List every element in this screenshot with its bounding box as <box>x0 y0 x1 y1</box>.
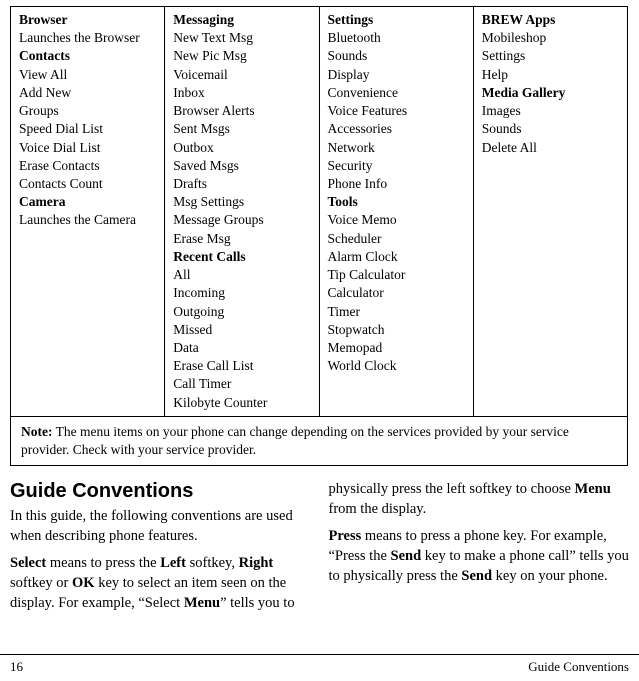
list-item: New Pic Msg <box>173 47 310 65</box>
browser-header: Browser <box>19 11 156 29</box>
list-item: Erase Call List <box>173 357 310 375</box>
list-item: Sounds <box>482 120 619 138</box>
list-item: Missed <box>173 321 310 339</box>
note-text: The menu items on your phone can change … <box>21 424 569 457</box>
contacts-header: Contacts <box>19 47 156 65</box>
list-item: Message Groups <box>173 211 310 229</box>
bold-right: Right <box>239 555 274 571</box>
bold-menu-2: Menu <box>575 481 611 497</box>
footer-section: Guide Conventions <box>528 659 629 675</box>
list-item: Contacts Count <box>19 175 156 193</box>
list-item: World Clock <box>328 357 465 375</box>
list-item: Launches the Camera <box>19 211 156 229</box>
list-item: Speed Dial List <box>19 120 156 138</box>
list-item: Drafts <box>173 175 310 193</box>
messaging-header: Messaging <box>173 11 310 29</box>
body-col-left: Guide Conventions In this guide, the fol… <box>10 480 311 621</box>
list-item: Stopwatch <box>328 321 465 339</box>
list-item: Images <box>482 102 619 120</box>
bold-ok: OK <box>72 575 95 591</box>
list-item: Scheduler <box>328 230 465 248</box>
list-item: Mobileshop <box>482 29 619 47</box>
list-item: New Text Msg <box>173 29 310 47</box>
recent-calls-header: Recent Calls <box>173 248 310 266</box>
bold-menu: Menu <box>184 595 220 611</box>
bold-send-2: Send <box>461 568 492 584</box>
list-item: Msg Settings <box>173 193 310 211</box>
list-item: Display <box>328 66 465 84</box>
list-item: Security <box>328 157 465 175</box>
guide-intro-paragraph: In this guide, the following conventions… <box>10 507 311 546</box>
list-item: Incoming <box>173 284 310 302</box>
note-cell: Note: The menu items on your phone can c… <box>11 416 628 465</box>
brew-apps-header: BREW Apps <box>482 11 619 29</box>
list-item: Settings <box>482 47 619 65</box>
list-item: View All <box>19 66 156 84</box>
media-gallery-header: Media Gallery <box>482 84 619 102</box>
list-item: Data <box>173 339 310 357</box>
guide-select-paragraph: Select means to press the Left softkey, … <box>10 554 311 613</box>
list-item: Voice Features <box>328 102 465 120</box>
list-item: Network <box>328 139 465 157</box>
list-item: Phone Info <box>328 175 465 193</box>
list-item: All <box>173 266 310 284</box>
list-item: Outgoing <box>173 303 310 321</box>
list-item: Groups <box>19 102 156 120</box>
body-col-right: physically press the left softkey to cho… <box>329 480 630 621</box>
menu-table: Browser Launches the Browser Contacts Vi… <box>10 6 628 466</box>
bold-left: Left <box>160 555 186 571</box>
list-item: Sent Msgs <box>173 120 310 138</box>
tools-header: Tools <box>328 193 465 211</box>
list-item: Inbox <box>173 84 310 102</box>
bold-press: Press <box>329 528 362 544</box>
list-item: Erase Contacts <box>19 157 156 175</box>
menu-col-4: BREW Apps Mobileshop Settings Help Media… <box>473 7 627 417</box>
guide-select-continuation: physically press the left softkey to cho… <box>329 480 630 519</box>
menu-col-3: Settings Bluetooth Sounds Display Conven… <box>319 7 473 417</box>
menu-col-1: Browser Launches the Browser Contacts Vi… <box>11 7 165 417</box>
list-item: Voicemail <box>173 66 310 84</box>
note-label: Note: <box>21 424 52 439</box>
list-item: Delete All <box>482 139 619 157</box>
list-item: Sounds <box>328 47 465 65</box>
list-item: Browser Alerts <box>173 102 310 120</box>
list-item: Add New <box>19 84 156 102</box>
camera-header: Camera <box>19 193 156 211</box>
list-item: Launches the Browser <box>19 29 156 47</box>
list-item: Help <box>482 66 619 84</box>
list-item: Accessories <box>328 120 465 138</box>
list-item: Convenience <box>328 84 465 102</box>
list-item: Tip Calculator <box>328 266 465 284</box>
list-item: Timer <box>328 303 465 321</box>
list-item: Memopad <box>328 339 465 357</box>
list-item: Erase Msg <box>173 230 310 248</box>
list-item: Outbox <box>173 139 310 157</box>
list-item: Alarm Clock <box>328 248 465 266</box>
page-number: 16 <box>10 659 23 675</box>
list-item: Kilobyte Counter <box>173 394 310 412</box>
list-item: Saved Msgs <box>173 157 310 175</box>
list-item: Call Timer <box>173 375 310 393</box>
body-columns: Guide Conventions In this guide, the fol… <box>10 480 629 621</box>
list-item: Bluetooth <box>328 29 465 47</box>
list-item: Voice Dial List <box>19 139 156 157</box>
bold-select: Select <box>10 555 46 571</box>
guide-press-paragraph: Press means to press a phone key. For ex… <box>329 527 630 586</box>
list-item: Calculator <box>328 284 465 302</box>
bold-send-1: Send <box>391 548 422 564</box>
guide-conventions-heading: Guide Conventions <box>10 480 311 503</box>
list-item: Voice Memo <box>328 211 465 229</box>
settings-header: Settings <box>328 11 465 29</box>
page-footer: 16 Guide Conventions <box>0 654 639 675</box>
menu-col-2: Messaging New Text Msg New Pic Msg Voice… <box>165 7 319 417</box>
